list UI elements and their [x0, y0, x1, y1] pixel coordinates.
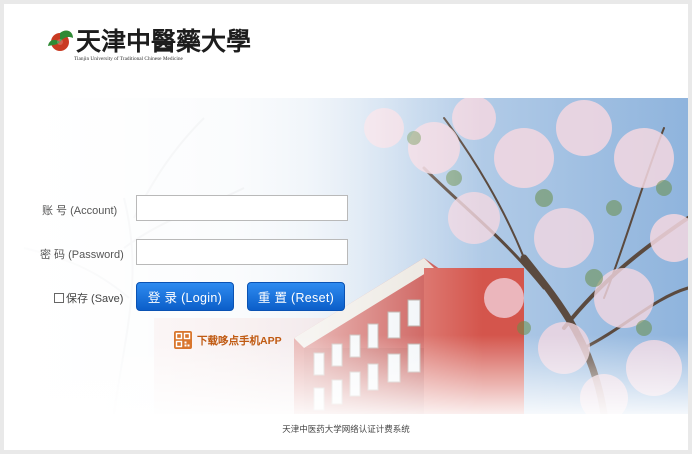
university-logo: 天津中醫藥大學 Tianjin University of Traditiona…: [46, 22, 251, 70]
login-button[interactable]: 登 录 (Login): [136, 282, 234, 311]
footer-text: 天津中医药大学网络认证计费系统: [282, 424, 410, 434]
password-label: 密 码 (Password): [40, 249, 124, 261]
account-label: 账 号 (Account): [42, 205, 118, 217]
qr-code-icon: [174, 331, 192, 349]
save-password-label: 保存 (Save): [66, 293, 124, 305]
account-input[interactable]: [136, 195, 348, 221]
footer: 天津中医药大学网络认证计费系统: [4, 414, 688, 450]
password-input[interactable]: [136, 239, 348, 265]
university-name-cn: 天津中醫藥大學: [76, 27, 252, 56]
reset-button[interactable]: 重 置 (Reset): [247, 282, 345, 311]
download-app-link[interactable]: 下载哆点手机APP: [174, 331, 282, 349]
checkbox-box[interactable]: [54, 293, 64, 303]
download-app-label: 下载哆点手机APP: [197, 334, 282, 347]
university-emblem-icon: [48, 30, 73, 51]
login-page: 天津中醫藥大學 Tianjin University of Traditiona…: [4, 4, 688, 450]
save-password-checkbox[interactable]: 保存 (Save): [54, 290, 123, 306]
university-name-en: Tianjin University of Traditional Chines…: [74, 56, 183, 62]
